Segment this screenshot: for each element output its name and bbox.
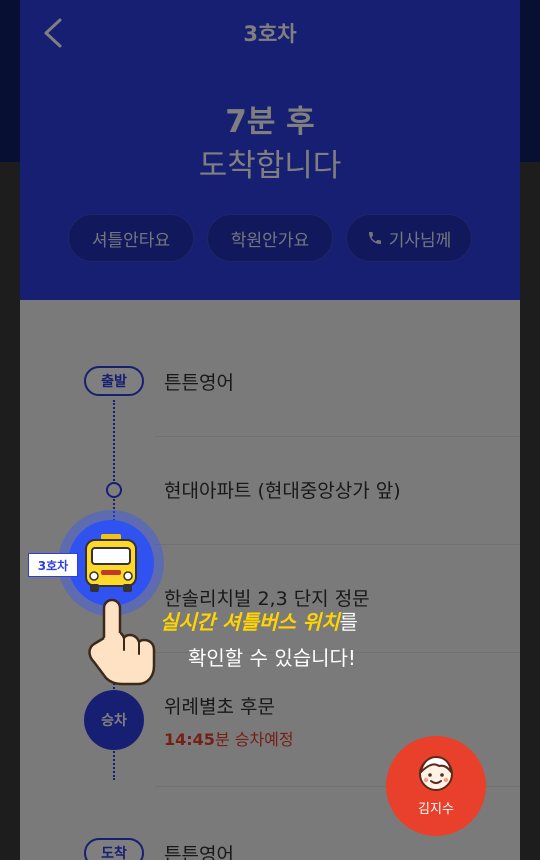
bus-tag: 3호차: [28, 553, 78, 577]
profile-fab[interactable]: 김지수: [386, 736, 486, 836]
tutorial-overlay[interactable]: [0, 0, 540, 860]
tooltip-highlight: 실시간 셔틀버스 위치: [160, 610, 340, 634]
tooltip-line2: 확인할 수 있습니다!: [188, 646, 356, 670]
profile-name: 김지수: [418, 802, 454, 817]
tooltip-suffix: 를: [339, 610, 358, 634]
tutorial-tooltip: 실시간 셔틀버스 위치를 확인할 수 있습니다!: [160, 604, 420, 676]
hand-pointer-icon: [88, 598, 156, 686]
screen: 3호차 7분 후 도착합니다 셔틀안타요 학원안가요 기사님께 출발 튼튼영어: [0, 0, 540, 860]
child-face-icon: [419, 756, 453, 791]
